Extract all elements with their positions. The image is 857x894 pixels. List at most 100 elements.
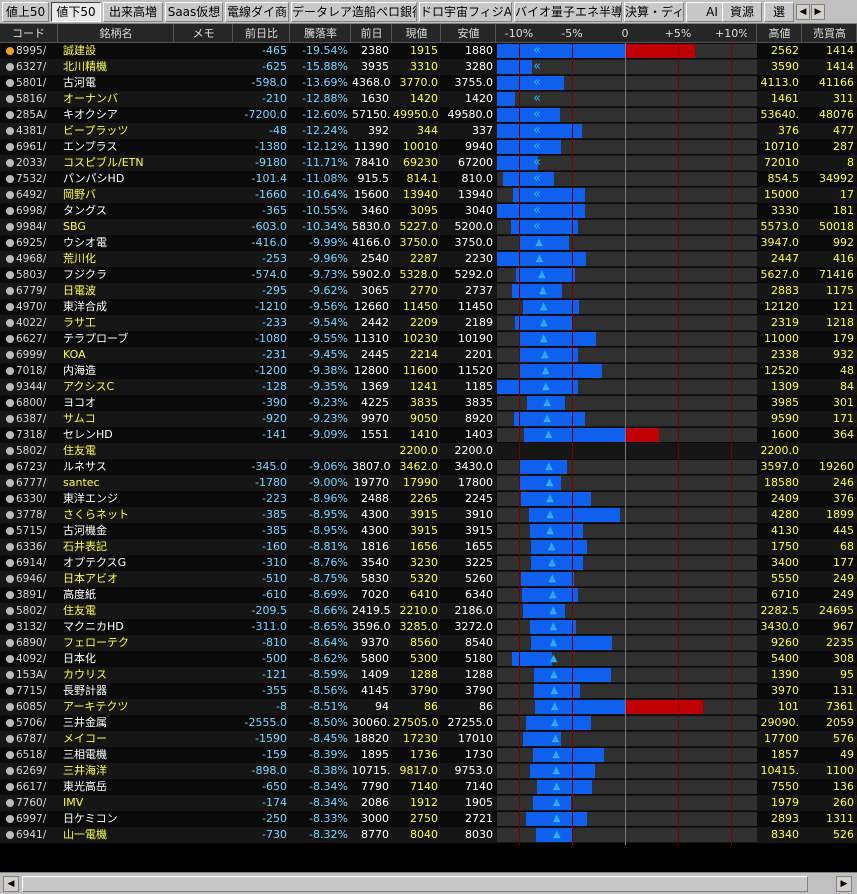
table-row[interactable]: 7018/内海造 -1200 -9.38% 12800 11600 11520 12520 4… [0, 363, 857, 379]
row-indicator-icon [6, 399, 14, 407]
tab-5[interactable]: データレア造船ペロ銀行 [291, 2, 417, 22]
table-row[interactable]: 5802/住友電 -209.5 -8.66% 2419.5 2210.0 2186.0 22… [0, 603, 857, 619]
tab-7[interactable]: バイオ量子エネ半導 [514, 2, 622, 22]
cell-low: 9940 [465, 140, 493, 153]
tab-11[interactable]: 選 [764, 2, 794, 22]
cell-code: 6330/ [16, 493, 47, 505]
table-row[interactable]: 3132/マクニカHD -311.0 -8.65% 3596.0 3285.0 3272.… [0, 619, 857, 635]
table-row[interactable]: 6961/エンプラス -1380 -12.12% 11390 10010 9940 1071… [0, 139, 857, 155]
table-row[interactable]: 5803/フジクラ -574.0 -9.73% 5902.0 5328.0 5292.0 5… [0, 267, 857, 283]
table-row[interactable]: 6627/テラプローブ -1080 -9.55% 11310 10230 10190 110… [0, 331, 857, 347]
col-header-prev[interactable]: 前日 [352, 24, 392, 43]
table-row[interactable]: 3891/高度紙 -610 -8.69% 7020 6410 6340 6710 249 ▲ [0, 587, 857, 603]
tab-4[interactable]: 電線ダイ商 [225, 2, 289, 22]
table-row[interactable]: 4381/ビープラッツ -48 -12.24% 392 344 337 376 477 « [0, 123, 857, 139]
table-row[interactable]: 9984/SBG -603.0 -10.34% 5830.0 5227.0 5200.0 5… [0, 219, 857, 235]
table-row[interactable]: 6777/santec -1780 -9.00% 19770 17990 17800 185… [0, 475, 857, 491]
table-row[interactable]: 6946/日本アビオ -510 -8.75% 5830 5320 5260 5550 249 ▲ [0, 571, 857, 587]
table-row[interactable]: 7715/長野計器 -355 -8.56% 4145 3790 3790 3970 131 ▲ [0, 683, 857, 699]
table-row[interactable]: 6914/オプテクスG -310 -8.76% 3540 3230 3225 3400 177… [0, 555, 857, 571]
table-row[interactable]: 8995/誠建設 -465 -19.54% 2380 1915 1880 2562 1414 « [0, 43, 857, 59]
tab-0[interactable]: 値上50 [2, 2, 49, 22]
table-row[interactable]: 6787/メイコー -1590 -8.45% 18820 17230 17010 17700… [0, 731, 857, 747]
table-row[interactable]: 4970/東洋合成 -1210 -9.56% 12660 11450 11450 12120… [0, 299, 857, 315]
tab-3[interactable]: Saas仮想 [165, 2, 223, 22]
cell-chg: -174 [262, 796, 287, 809]
cell-low: 1185 [465, 380, 493, 393]
col-header-pct[interactable]: 騰落率 [291, 24, 351, 43]
cell-high: 72010 [764, 156, 799, 169]
scroll-thumb[interactable] [22, 876, 808, 892]
table-row[interactable]: 6518/三相電機 -159 -8.39% 1895 1736 1730 1857 49 ▲ [0, 747, 857, 763]
table-row[interactable]: 2033/コスピブル/ETN -9180 -11.71% 78410 69230 6720… [0, 155, 857, 171]
table-row[interactable]: 5715/古河機金 -385 -8.95% 4300 3915 3915 4130 445 ▲ [0, 523, 857, 539]
table-row[interactable]: 6800/ヨコオ -390 -9.23% 4225 3835 3835 3985 301 ▲ [0, 395, 857, 411]
cell-prev: 8770 [361, 828, 389, 841]
col-header-chg[interactable]: 前日比 [234, 24, 290, 43]
scroll-right-arrow-icon[interactable]: ▶ [836, 876, 852, 892]
cell-name: 日本アビオ [63, 572, 118, 585]
table-row[interactable]: 6327/北川精機 -625 -15.88% 3935 3310 3280 3590 1414… [0, 59, 857, 75]
table-row[interactable]: 6925/ウシオ電 -416.0 -9.99% 4166.0 3750.0 3750.0 3… [0, 235, 857, 251]
tab-2[interactable]: 出来高増 [103, 2, 163, 22]
cell-prev: 2445 [361, 348, 389, 361]
table-row[interactable]: 5801/古河電 -598.0 -13.69% 4368.0 3770.0 3755.0 4… [0, 75, 857, 91]
col-header-name[interactable]: 銘柄名 [59, 24, 174, 43]
chart-gridline [731, 43, 732, 845]
scroll-left-arrow-icon[interactable]: ◀ [3, 876, 19, 892]
table-row[interactable]: 7318/セレンHD -141 -9.09% 1551 1410 1403 1600 364 ▲ [0, 427, 857, 443]
table-row[interactable]: 7760/IMV -174 -8.34% 2086 1912 1905 1979 260 ▲ [0, 795, 857, 811]
table-row[interactable]: 285A/キオクシア -7200.0 -12.60% 57150. 49950.0 495… [0, 107, 857, 123]
table-row[interactable]: 6779/日電波 -295 -9.62% 3065 2770 2737 2883 1175 ▲ [0, 283, 857, 299]
table-row[interactable]: 6330/東洋エンジ -223 -8.96% 2488 2265 2245 2409 376 ▲ [0, 491, 857, 507]
cell-code: 5802/ [16, 445, 47, 457]
cell-chg: -2555.0 [244, 716, 287, 729]
table-row[interactable]: 6617/東光高岳 -650 -8.34% 7790 7140 7140 7550 136 ▲ [0, 779, 857, 795]
horizontal-scrollbar[interactable]: ◀ ▶ [0, 872, 857, 894]
tab-10[interactable]: 資源 [722, 2, 762, 22]
table-row[interactable]: 6998/タングス -365 -10.55% 3460 3095 3040 3330 181 « [0, 203, 857, 219]
table-row[interactable]: 4968/荒川化 -253 -9.96% 2540 2287 2230 2447 416 ▲ [0, 251, 857, 267]
table-row[interactable]: 6085/アーキテクツ -8 -8.51% 94 86 86 101 7361 ▲ [0, 699, 857, 715]
table-row[interactable]: 3778/さくらネット -385 -8.95% 4300 3915 3910 4280 189… [0, 507, 857, 523]
col-header-code[interactable]: コード [0, 24, 58, 43]
col-header-vol[interactable]: 売買高 [803, 24, 857, 43]
table-row[interactable]: 6999/KOA -231 -9.45% 2445 2214 2201 2338 932 ▲ [0, 347, 857, 363]
row-indicator-icon [6, 495, 14, 503]
table-row[interactable]: 4092/日本化 -500 -8.62% 5800 5300 5180 5400 308 ▲ [0, 651, 857, 667]
cell-pct: -12.60% [302, 108, 348, 121]
cell-chg: -598.0 [251, 76, 287, 89]
tab-scroll-right-icon[interactable]: ▶ [811, 4, 825, 20]
table-row[interactable]: 6336/石井表記 -160 -8.81% 1816 1656 1655 1750 68 ▲ [0, 539, 857, 555]
table-row[interactable]: 6387/サムコ -920 -9.23% 9970 9050 8920 9590 171 ▲ [0, 411, 857, 427]
cell-pct: -8.69% [309, 588, 348, 601]
table-row[interactable]: 6723/ルネサス -345.0 -9.06% 3807.0 3462.0 3430.0 3… [0, 459, 857, 475]
table-row[interactable]: 6941/山一電機 -730 -8.32% 8770 8040 8030 8340 526 ▲ [0, 827, 857, 843]
table-row[interactable]: 7532/パンパシHD -101.4 -11.08% 915.5 814.1 810.0 8… [0, 171, 857, 187]
col-header-memo[interactable]: メモ [175, 24, 233, 43]
table-row[interactable]: 9344/アクシスC -128 -9.35% 1369 1241 1185 1309 84 ▲ [0, 379, 857, 395]
table-row[interactable]: 6890/フェローテク -810 -8.64% 9370 8560 8540 9260 223… [0, 635, 857, 651]
table-row[interactable]: 153A/カウリス -121 -8.59% 1409 1288 1288 1390 95 ▲ [0, 667, 857, 683]
cell-high: 5550 [771, 572, 799, 585]
table-row[interactable]: 6997/日ケミコン -250 -8.33% 3000 2750 2721 2893 1311… [0, 811, 857, 827]
table-row[interactable]: 5816/オーナンバ -210 -12.88% 1630 1420 1420 1461 311… [0, 91, 857, 107]
table-row[interactable]: 5802/住友電 2200.0 2200.0 2200.0 [0, 443, 857, 459]
table-row[interactable]: 6269/三井海洋 -898.0 -8.38% 10715. 9817.0 9753.0 1… [0, 763, 857, 779]
cell-code: 6777/ [16, 477, 47, 489]
cell-price: 3790 [410, 684, 438, 697]
table-row[interactable]: 5706/三井金属 -2555.0 -8.50% 30060. 27505.0 27255… [0, 715, 857, 731]
table-row[interactable]: 6492/岡野バ -1660 -10.64% 15600 13940 13940 15000… [0, 187, 857, 203]
col-header-high[interactable]: 高値 [758, 24, 802, 43]
tab-6[interactable]: ドロ宇宙フィジAI [419, 2, 512, 22]
cell-low: 13940 [458, 188, 493, 201]
cell-pct: -9.56% [309, 300, 348, 313]
tab-8[interactable]: 決算・ディ [624, 2, 684, 22]
cell-name: SBG [63, 220, 86, 233]
cell-high: 1390 [771, 668, 799, 681]
table-row[interactable]: 4022/ラサ工 -233 -9.54% 2442 2209 2189 2319 1218 ▲ [0, 315, 857, 331]
tab-1[interactable]: 値下50 [51, 2, 101, 22]
col-header-price[interactable]: 現値 [393, 24, 441, 43]
tab-scroll-left-icon[interactable]: ◀ [796, 4, 810, 20]
col-header-low[interactable]: 安値 [442, 24, 496, 43]
